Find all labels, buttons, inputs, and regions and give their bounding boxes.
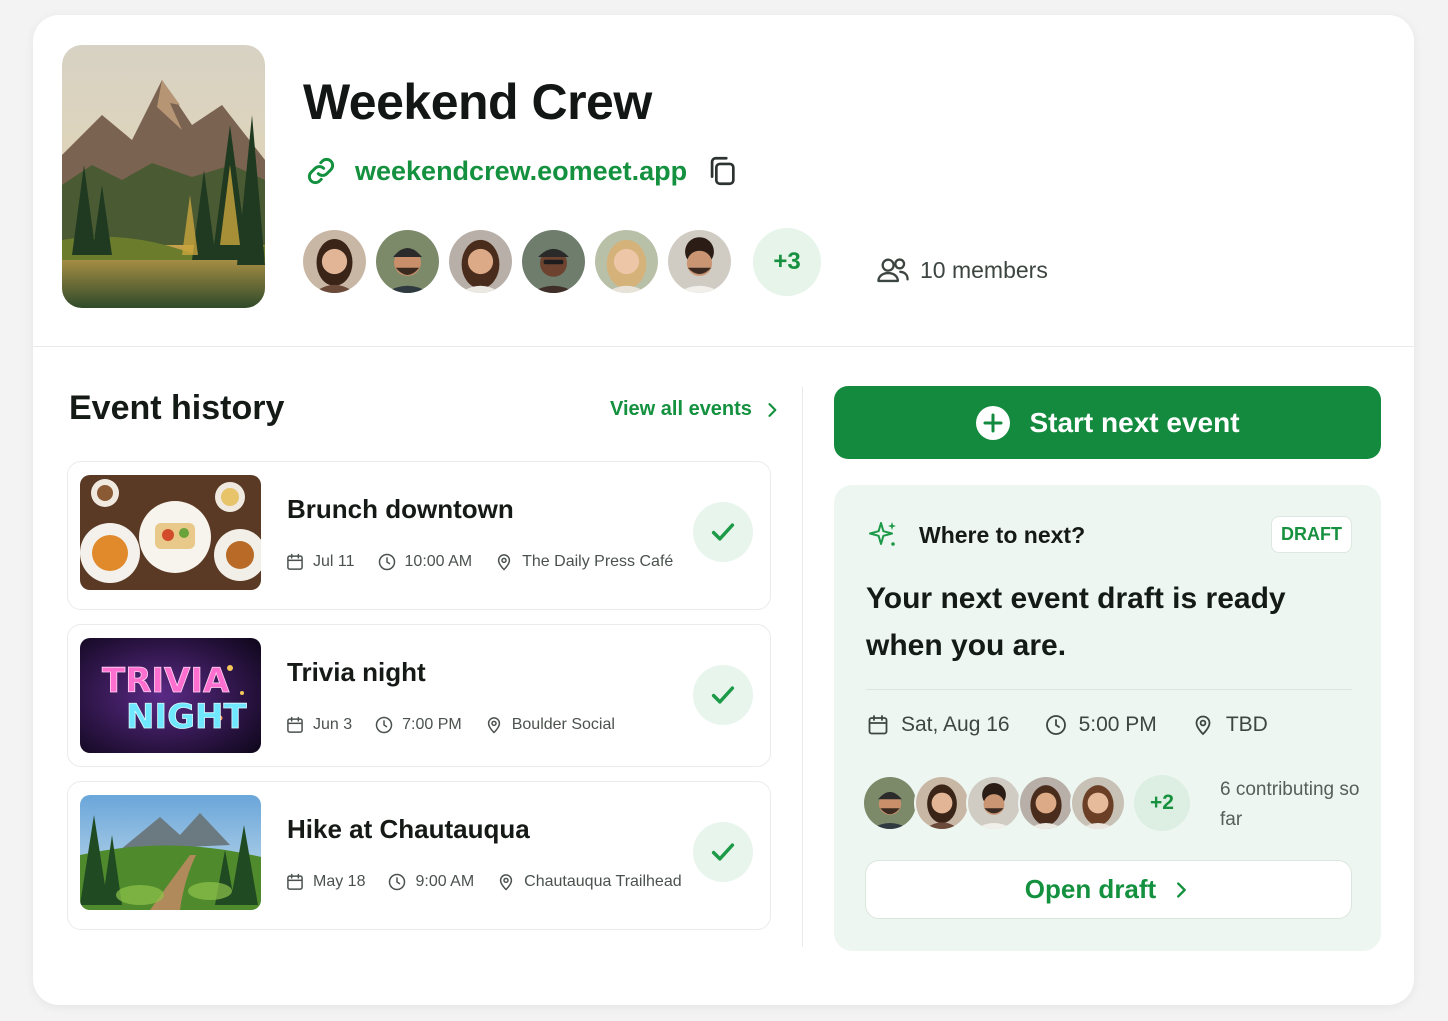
check-icon: [708, 837, 738, 867]
avatar[interactable]: [446, 227, 515, 296]
more-contributors-badge[interactable]: +2: [1134, 775, 1190, 831]
event-card[interactable]: Brunch downtown Jul 11 10:00 AM The Dail…: [67, 461, 771, 610]
location-pin-icon: [484, 715, 504, 735]
group-link-row: weekendcrew.eomeet.app: [305, 151, 739, 191]
avatar[interactable]: [373, 227, 442, 296]
calendar-icon: [285, 872, 305, 892]
check-icon: [708, 517, 738, 547]
event-time: 10:00 AM: [404, 553, 473, 570]
clock-icon: [377, 552, 397, 572]
trivia-sign-line1: TRIVIA: [102, 661, 230, 701]
view-all-events-link[interactable]: View all events: [610, 398, 782, 421]
group-title: Weekend Crew: [303, 74, 652, 130]
draft-description: Your next event draft is ready when you …: [866, 582, 1286, 662]
event-title: Brunch downtown: [287, 494, 514, 524]
clock-icon: [387, 872, 407, 892]
draft-heading-row: Where to next?: [867, 519, 1085, 551]
event-card[interactable]: TRIVIA NIGHT Trivia night Jun 3 7:00 PM …: [67, 624, 771, 767]
draft-divider: [866, 689, 1352, 690]
draft-time: 5:00 PM: [1078, 713, 1157, 736]
event-meta: Jul 11 10:00 AM The Daily Press Café: [285, 552, 695, 572]
avatar[interactable]: [519, 227, 588, 296]
draft-meta: Sat, Aug 16 5:00 PM TBD: [866, 713, 1302, 737]
location-pin-icon: [496, 872, 516, 892]
members-icon: [877, 258, 909, 283]
next-event-draft-panel: Where to next? DRAFT Your next event dra…: [834, 485, 1381, 951]
column-divider: [802, 387, 803, 947]
event-place: Boulder Social: [511, 716, 615, 733]
group-link[interactable]: weekendcrew.eomeet.app: [355, 156, 687, 187]
calendar-icon: [866, 713, 890, 737]
location-pin-icon: [494, 552, 514, 572]
draft-date: Sat, Aug 16: [901, 713, 1010, 736]
event-time: 7:00 PM: [402, 716, 462, 733]
trivia-sign-line2: NIGHT: [126, 697, 247, 737]
event-place: Chautauqua Trailhead: [524, 873, 682, 890]
event-title: Trivia night: [287, 657, 426, 687]
start-next-event-label: Start next event: [1029, 406, 1240, 438]
contributor-avatars: +2: [862, 775, 1190, 831]
event-thumbnail: [80, 475, 261, 590]
draft-badge: DRAFT: [1271, 516, 1352, 553]
sparkle-icon: [869, 522, 896, 546]
draft-heading: Where to next?: [919, 521, 1086, 548]
avatar[interactable]: [665, 227, 734, 296]
event-meta: May 18 9:00 AM Chautauqua Trailhead: [285, 872, 704, 892]
completed-badge: [693, 502, 753, 562]
event-thumbnail: [80, 795, 261, 910]
calendar-icon: [285, 715, 305, 735]
view-all-label: View all events: [610, 398, 752, 420]
event-time: 9:00 AM: [415, 873, 475, 890]
contributing-count: 6 contributing so far: [1220, 779, 1360, 830]
event-meta: Jun 3 7:00 PM Boulder Social: [285, 715, 637, 735]
event-date: Jun 3: [313, 716, 353, 733]
event-title: Hike at Chautauqua: [287, 814, 530, 844]
clock-icon: [374, 715, 394, 735]
chevron-right-icon: [762, 400, 782, 420]
calendar-icon: [285, 552, 305, 572]
chevron-right-icon: [1170, 879, 1192, 901]
start-next-event-button[interactable]: Start next event: [834, 386, 1381, 459]
member-avatars: +3: [300, 227, 821, 296]
open-draft-label: Open draft: [1024, 874, 1157, 904]
members-count[interactable]: 10 members: [876, 255, 1048, 285]
avatar[interactable]: [592, 227, 661, 296]
avatar[interactable]: [1018, 775, 1074, 831]
avatar[interactable]: [862, 775, 918, 831]
avatar[interactable]: [966, 775, 1022, 831]
copy-icon[interactable]: [705, 154, 739, 188]
more-members-badge[interactable]: +3: [753, 227, 821, 296]
group-card: Weekend Crew weekendcrew.eomeet.app +3 1…: [33, 15, 1414, 1005]
group-cover-image: [62, 45, 265, 308]
avatar[interactable]: [914, 775, 970, 831]
draft-place: TBD: [1225, 713, 1268, 736]
location-pin-icon: [1191, 713, 1215, 737]
members-count-label: 10 members: [920, 256, 1048, 283]
link-icon: [307, 157, 335, 185]
open-draft-button[interactable]: Open draft: [865, 860, 1352, 919]
event-date: May 18: [313, 873, 366, 890]
event-history-title: Event history: [69, 389, 285, 427]
event-place: The Daily Press Café: [522, 553, 674, 570]
header-divider: [33, 346, 1414, 347]
completed-badge: [693, 665, 753, 725]
event-date: Jul 11: [313, 553, 355, 570]
plus-circle-icon: [976, 405, 1011, 440]
avatar[interactable]: [1070, 775, 1126, 831]
avatar[interactable]: [300, 227, 369, 296]
event-card[interactable]: Hike at Chautauqua May 18 9:00 AM Chauta…: [67, 781, 771, 930]
check-icon: [708, 680, 738, 710]
event-thumbnail: TRIVIA NIGHT: [80, 638, 261, 753]
completed-badge: [693, 822, 753, 882]
clock-icon: [1044, 713, 1068, 737]
